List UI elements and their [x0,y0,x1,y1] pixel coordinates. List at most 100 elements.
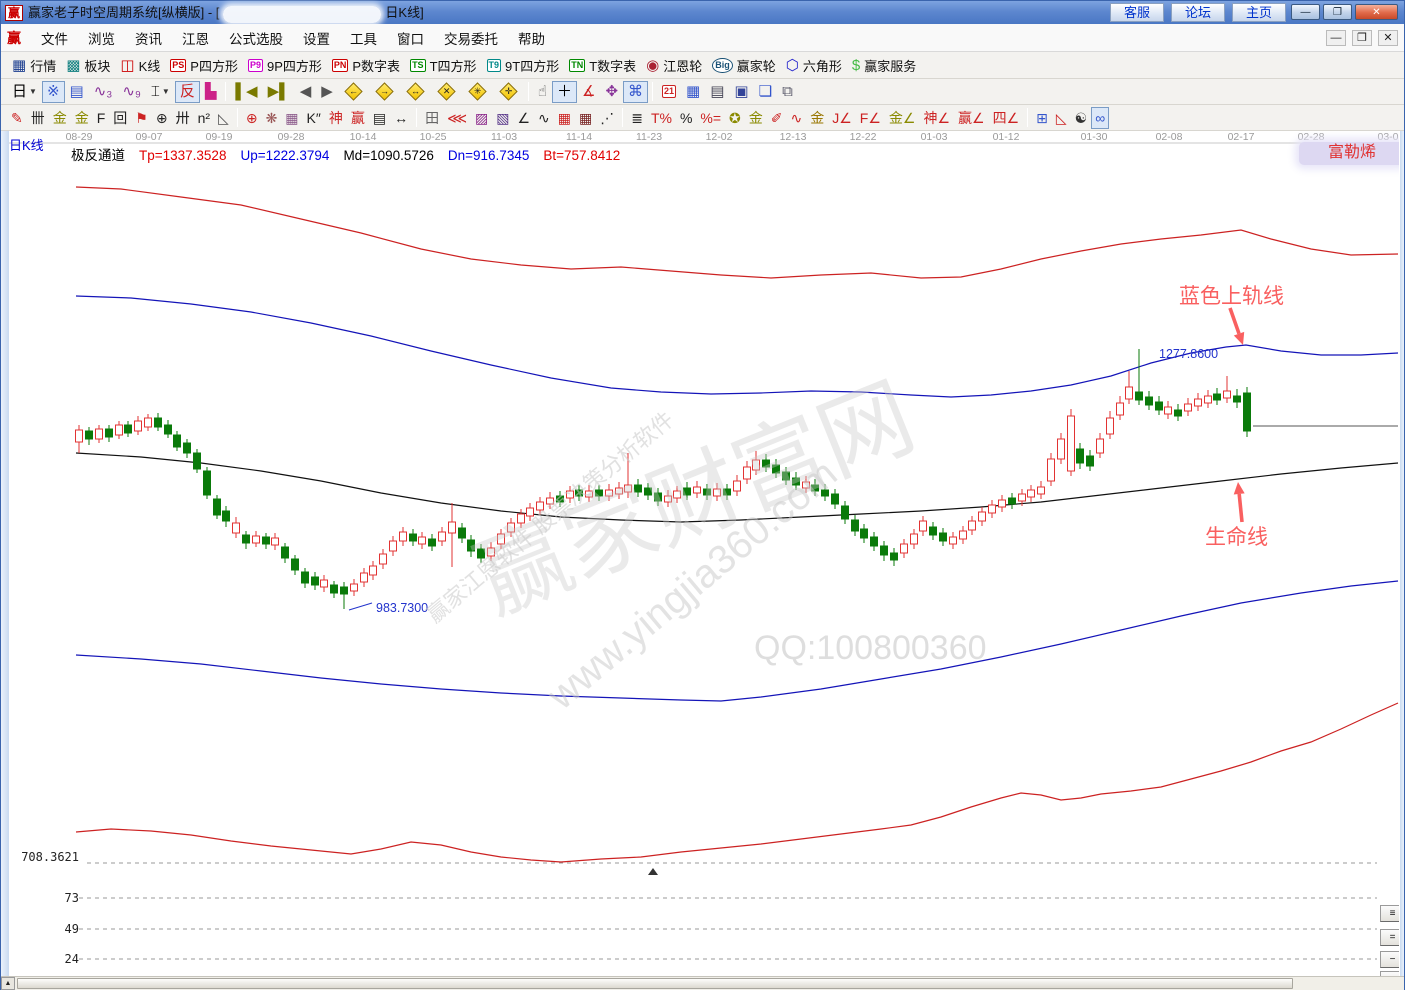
titlebar-link-论坛[interactable]: 论坛 [1171,3,1225,22]
slant-lines-button[interactable]: ⋰ [596,107,618,129]
n-squared-button[interactable]: n² [194,107,214,129]
sectors-button[interactable]: ▩板块 [61,54,115,76]
calendar-button[interactable]: 21 [657,81,681,103]
percent-line-button[interactable]: %= [696,107,725,129]
menu-文件[interactable]: 文件 [31,25,78,51]
draw-pencil-button[interactable]: ✎ [7,107,27,129]
si-angle-button[interactable]: 四∠ [989,107,1024,129]
p-square-button[interactable]: PSP四方形 [165,54,243,76]
diamond-left-button[interactable]: ← [338,81,369,103]
next-page-button[interactable]: ▶ [316,81,338,103]
notes-button[interactable]: ▤ [705,81,729,103]
j-angle-button[interactable]: J∠ [828,107,856,129]
protractor-button[interactable]: ◺ [214,107,233,129]
tick-ruler-2-button[interactable]: 卅 [172,107,194,129]
square-spiral-button[interactable]: 回 [109,107,131,129]
prev-page-button[interactable]: ◀ [295,81,317,103]
minimize-button[interactable]: — [1291,4,1320,20]
zigzag-tool-button[interactable]: ∿ [534,107,554,129]
ying-angle-button[interactable]: 赢∠ [954,107,989,129]
curve-tool-button[interactable]: ∿ [787,107,807,129]
menu-江恩[interactable]: 江恩 [172,25,219,51]
flag-ruler-button[interactable]: ⚑ [131,107,152,129]
pan-hand-button[interactable]: ☝ [533,81,552,103]
gann-wheel-button[interactable]: ◉江恩轮 [641,54,707,76]
last-page-button[interactable]: ▶▌ [263,81,295,103]
winner-service-button[interactable]: $赢家服务 [847,54,921,76]
save-button[interactable]: ▣ [729,81,753,103]
titlebar-link-主页[interactable]: 主页 [1232,3,1286,22]
mdi-minimize-button[interactable]: — [1326,30,1346,46]
pane-expand-2-button[interactable]: = [1380,929,1399,946]
candle-style-dropdown-dropdown-arrow[interactable]: ▼ [162,87,170,96]
print-button[interactable]: ⧉ [777,81,798,103]
span-arrows-button[interactable]: ↔ [390,107,412,129]
menu-窗口[interactable]: 窗口 [387,25,434,51]
mdi-close-button[interactable]: ✕ [1378,30,1398,46]
menu-公式选股[interactable]: 公式选股 [219,25,293,51]
smart-analysis-button[interactable]: ⌘ [623,81,648,103]
diamond-star-button[interactable]: ✳ [462,81,493,103]
winner-wheel-button[interactable]: Big赢家轮 [707,54,781,76]
scale-ruler-button[interactable]: ≣ [627,107,647,129]
grid-plan-button[interactable]: ⊞ [1032,107,1052,129]
web-box-button[interactable]: ▦ [281,107,302,129]
grid-red-a-button[interactable]: ▦ [554,107,575,129]
p-number-table-button[interactable]: PNP数字表 [327,54,405,76]
ying-tool-button[interactable]: 赢 [347,107,369,129]
titlebar-link-客服[interactable]: 客服 [1110,3,1164,22]
gold-angle-button[interactable]: 金∠ [885,107,920,129]
fan-box-a-button[interactable]: ▨ [471,107,492,129]
menu-交易委托[interactable]: 交易委托 [434,25,508,51]
menu-工具[interactable]: 工具 [340,25,387,51]
crosshair-button[interactable]: ＋ [552,81,577,103]
export-web-button[interactable]: ❏ [754,81,777,103]
grid-red-b-button[interactable]: ▦ [575,107,596,129]
diamond-right-button[interactable]: → [369,81,400,103]
compass-target-button[interactable]: ⊕ [242,107,262,129]
gold-level-button[interactable]: 金 [745,107,767,129]
menu-帮助[interactable]: 帮助 [508,25,555,51]
9p-square-button[interactable]: P99P四方形 [243,54,327,76]
f-ruler-button[interactable]: F [93,107,110,129]
angle-measure-button[interactable]: ∡ [577,81,600,103]
infinity-tool-button[interactable]: ∞ [1091,107,1109,129]
ruler-123-button[interactable]: ▤ [369,107,390,129]
fan-lines-button[interactable]: ⋘ [443,107,471,129]
menu-设置[interactable]: 设置 [293,25,340,51]
diamond-expand-button[interactable]: ↔ [400,81,431,103]
menu-资讯[interactable]: 资讯 [125,25,172,51]
horizontal-scrollbar[interactable]: ▲ [1,976,1404,990]
volume-histogram-button[interactable]: ▙ [200,81,222,103]
period-day-dropdown-dropdown-arrow[interactable]: ▼ [29,87,37,96]
9t-square-button[interactable]: T99T四方形 [482,54,565,76]
close-button[interactable]: ✕ [1355,4,1398,20]
restore-button[interactable]: ❐ [1323,4,1352,20]
first-page-button[interactable]: ▌◀ [230,81,262,103]
wave-9-button[interactable]: ∿₉ [117,81,146,103]
f-angle-button[interactable]: F∠ [856,107,885,129]
scroll-corner-button[interactable]: ▲ [1,977,15,990]
gold-grid-b-button[interactable]: 金 [71,107,93,129]
gann-shape-button[interactable]: ✥ [600,81,623,103]
hexagon-button[interactable]: ⬡六角形 [781,54,847,76]
diamond-cross-button[interactable]: ✛ [493,81,524,103]
angle-lines-button[interactable]: ∠ [513,107,534,129]
pane-add-button[interactable]: −+ [1380,971,1399,976]
percent-t-button[interactable]: T% [647,107,676,129]
fan-box-b-button[interactable]: ▧ [492,107,513,129]
tick-ruler-button[interactable]: 卌 [27,107,49,129]
candle-style-dropdown-button[interactable]: ⌶▼ [146,81,175,103]
reverse-channel-button[interactable]: 反 [175,81,200,103]
circle-ruler-button[interactable]: ⊕ [152,107,172,129]
percent-button[interactable]: % [676,107,696,129]
gold-circle-button[interactable]: ✪ [725,107,745,129]
kline-button[interactable]: ◫K线 [115,54,165,76]
gold-grid-a-button[interactable]: 金 [49,107,71,129]
calculator-button[interactable]: ▦ [681,81,705,103]
gold-slant-button[interactable]: 金 [806,107,828,129]
pane-expand-1-button[interactable]: − [1380,951,1399,968]
t-square-button[interactable]: TST四方形 [405,54,481,76]
taiji-button[interactable]: ☯ [1071,107,1092,129]
k-note-button[interactable]: K″ [303,107,325,129]
